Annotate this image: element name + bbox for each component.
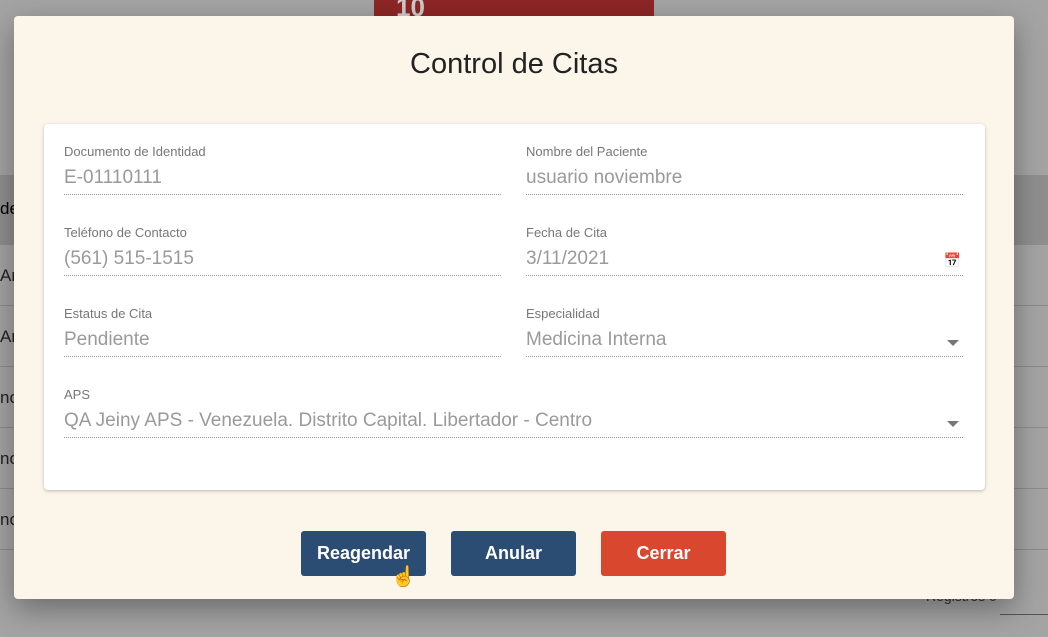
specialty-value: Medicina Interna bbox=[526, 329, 667, 350]
cancel-appointment-button[interactable]: Anular bbox=[451, 531, 576, 576]
appointment-modal: Control de Citas Documento de Identidad E… bbox=[14, 16, 1014, 599]
date-input[interactable]: 3/11/2021 📅 bbox=[526, 248, 963, 276]
divider bbox=[1000, 614, 1048, 615]
chevron-down-icon[interactable] bbox=[947, 340, 959, 346]
hand-cursor-icon: ☝ bbox=[391, 566, 416, 588]
calendar-icon[interactable]: 📅 bbox=[944, 252, 961, 269]
patient-name-input[interactable]: usuario noviembre bbox=[526, 167, 963, 195]
field-label: Documento de Identidad bbox=[64, 144, 206, 159]
patient-name-field[interactable]: Nombre del Paciente usuario noviembre bbox=[526, 144, 963, 195]
specialty-field[interactable]: Especialidad Medicina Interna bbox=[526, 306, 963, 357]
document-input[interactable]: E-01110111 bbox=[64, 167, 501, 195]
aps-field[interactable]: APS QA Jeiny APS - Venezuela. Distrito Ca… bbox=[64, 387, 963, 438]
chevron-down-icon[interactable] bbox=[947, 421, 959, 427]
specialty-select[interactable]: Medicina Interna bbox=[526, 329, 963, 357]
field-label: Teléfono de Contacto bbox=[64, 225, 187, 240]
document-field[interactable]: Documento de Identidad E-01110111 bbox=[64, 144, 501, 195]
field-label: Especialidad bbox=[526, 306, 600, 321]
aps-select[interactable]: QA Jeiny APS - Venezuela. Distrito Capit… bbox=[64, 410, 963, 438]
field-label: Estatus de Cita bbox=[64, 306, 153, 321]
field-label: APS bbox=[64, 387, 91, 402]
close-button[interactable]: Cerrar bbox=[601, 531, 726, 576]
modal-title: Control de Citas bbox=[410, 48, 618, 80]
status-field[interactable]: Estatus de Cita Pendiente bbox=[64, 306, 501, 357]
form-card: Documento de Identidad E-01110111 Nombre … bbox=[44, 124, 985, 490]
phone-input[interactable]: (561) 515-1515 bbox=[64, 248, 501, 276]
phone-field[interactable]: Teléfono de Contacto (561) 515-1515 bbox=[64, 225, 501, 276]
status-input[interactable]: Pendiente bbox=[64, 329, 501, 357]
date-field[interactable]: Fecha de Cita 3/11/2021 📅 bbox=[526, 225, 963, 276]
field-label: Fecha de Cita bbox=[526, 225, 607, 240]
aps-value: QA Jeiny APS - Venezuela. Distrito Capit… bbox=[64, 410, 593, 431]
field-label: Nombre del Paciente bbox=[526, 144, 648, 159]
date-value: 3/11/2021 bbox=[526, 248, 610, 269]
